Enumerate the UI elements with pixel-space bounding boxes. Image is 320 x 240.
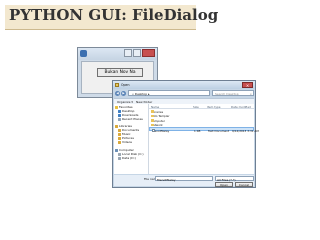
column-size[interactable]: Size — [193, 105, 199, 109]
nav-item[interactable]: Data (D:) — [118, 156, 136, 160]
column-name[interactable]: Name — [151, 105, 159, 109]
folder-icon — [151, 119, 154, 122]
dialog-title: Open — [121, 83, 130, 87]
file-date-cell: 9/12/2013 3:31 AM — [232, 128, 259, 133]
address-path: « Desktop ▸ — [132, 92, 150, 96]
cancel-button[interactable]: Cancel — [235, 182, 253, 187]
tk-app-icon — [80, 50, 87, 57]
filetype-value: All Files (*.*) — [217, 177, 236, 182]
folder-icon — [151, 110, 154, 113]
dialog-titlebar[interactable]: Open × — [113, 81, 255, 89]
folder-icon — [151, 114, 154, 118]
file-row[interactable]: filenotfilelay 1 KB Text Document 9/12/2013… — [149, 127, 259, 133]
nav-item[interactable]: Recent Places — [118, 117, 143, 121]
disk-icon — [118, 156, 121, 160]
forward-button[interactable]: ▶ — [121, 91, 126, 96]
nav-item-label: Videos — [122, 140, 132, 144]
new-folder-button[interactable]: New folder — [136, 100, 152, 104]
file-size-cell: 1 KB — [194, 128, 201, 133]
tk-window-controls — [124, 49, 155, 57]
slide-title-band: PYTHON GUI: FileDialog — [5, 5, 218, 30]
nav-item-label: Recent Places — [122, 117, 143, 121]
videos-icon — [118, 140, 121, 144]
open-button[interactable]: Open — [215, 182, 233, 187]
file-row[interactable]: Libraries — [149, 109, 254, 114]
dialog-body: Favorites Desktop Downloads Recent Places Li… — [114, 104, 259, 174]
minimize-button[interactable] — [124, 49, 132, 57]
open-file-button[interactable]: Bukan Nov Na — [97, 68, 143, 77]
close-button[interactable] — [142, 49, 155, 57]
file-type-cell: Text Document — [208, 128, 230, 133]
filename-field[interactable]: filenotfilelay — [155, 176, 213, 182]
filename-value: filenotfilelay — [157, 177, 176, 182]
file-row[interactable]: Network — [149, 123, 254, 127]
navigation-pane: Favorites Desktop Downloads Recent Places Li… — [114, 104, 149, 174]
organize-menu[interactable]: Organize ▾ — [117, 100, 133, 104]
search-icon: ⌕ — [250, 91, 252, 96]
maximize-button[interactable] — [133, 49, 141, 57]
back-button[interactable]: ◀ — [115, 91, 120, 96]
nav-item-label: Data (D:) — [122, 156, 136, 160]
tk-window-titlebar[interactable] — [78, 48, 157, 60]
slide-title: PYTHON GUI: FileDialog — [9, 6, 219, 24]
column-date[interactable]: Date modified — [231, 105, 251, 109]
dialog-close-button[interactable]: × — [242, 82, 253, 88]
address-bar[interactable]: « Desktop ▸ — [128, 90, 210, 96]
column-type[interactable]: Item type — [207, 105, 221, 109]
text-file-icon — [152, 129, 155, 132]
search-placeholder: Search Desktop — [215, 92, 239, 96]
file-name-cell: filenotfilelay — [152, 129, 169, 133]
file-row[interactable]: Anto Templer — [149, 114, 254, 118]
file-row[interactable]: Computer — [149, 118, 254, 123]
nav-item[interactable]: Videos — [118, 140, 132, 144]
folder-icon — [115, 83, 119, 87]
search-input[interactable]: Search Desktop ⌕ — [212, 90, 254, 96]
open-dialog: Open × ◀ ▶ « Desktop ▸ Search Desktop ⌕ … — [112, 80, 259, 188]
recent-icon — [118, 117, 121, 121]
address-row: ◀ ▶ « Desktop ▸ Search Desktop ⌕ — [115, 90, 254, 97]
dialog-footer: File name: filenotfilelay All Files (*.*… — [114, 175, 254, 187]
file-list: Name Size Item type Date modified Librar… — [149, 104, 259, 174]
folder-icon — [151, 123, 154, 127]
filetype-select[interactable]: All Files (*.*) — [215, 176, 254, 182]
